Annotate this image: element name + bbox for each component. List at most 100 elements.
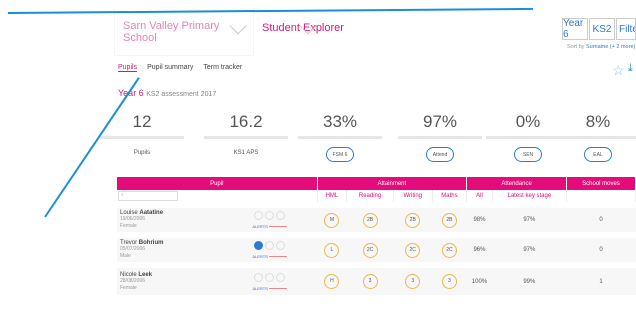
writing-grade: 2C: [405, 242, 421, 258]
year-pill-label: Year 6: [563, 18, 584, 40]
filters-button[interactable]: Filters: [616, 18, 636, 40]
alerts-bar: [269, 256, 287, 258]
page-title: Year 6 KS2 assessment 2017: [118, 88, 216, 98]
alerts-link[interactable]: ALERTS: [252, 224, 287, 229]
stat-divider: [398, 136, 482, 139]
col-moves: [566, 190, 636, 205]
assessment-subtitle: KS2 assessment 2017: [146, 91, 217, 98]
last-name: Leek: [138, 271, 153, 278]
maths-grade: 2B: [441, 212, 457, 228]
stat-divider: [298, 136, 382, 139]
stat-divider: [204, 136, 288, 139]
stat-label: KS1 APS: [233, 150, 259, 156]
stat-divider: [556, 136, 636, 139]
school-moves: 0: [566, 232, 636, 265]
sort-by[interactable]: Sort by Surname (+ 2 more): [567, 44, 635, 50]
reading-grade: 2B: [362, 212, 378, 228]
stat-value: 16.2: [229, 112, 263, 131]
table-row[interactable]: Louise Aatatine 19/06/2006 Female ALERTS…: [117, 202, 636, 235]
hml-grade: H: [324, 274, 340, 289]
download-icon[interactable]: ⤓: [628, 62, 633, 75]
sort-prefix: Sort by: [567, 44, 585, 50]
attendance-all: 96%: [466, 232, 493, 265]
gender: Male: [120, 253, 131, 259]
flag-dots: [253, 241, 286, 252]
ks-pill-label: KS2: [592, 23, 612, 35]
stat-label: Pupils: [133, 150, 151, 156]
star-icon[interactable]: ☆: [612, 62, 625, 79]
table-row[interactable]: Nicole Leek 28/08/2006 Female ALERTS H 3…: [117, 262, 636, 295]
header-pupil[interactable]: Pupil: [117, 177, 318, 190]
dob: 05/07/2006: [120, 246, 146, 252]
tab-term-tracker[interactable]: Term tracker: [203, 64, 242, 72]
reading-grade: 3: [362, 274, 378, 289]
alerts-bar: [269, 226, 287, 228]
attendance-latest: 99%: [492, 262, 567, 295]
reading-grade: 2C: [362, 242, 378, 258]
alerts-label: ALERTS: [252, 254, 268, 259]
attendance-all: 100%: [466, 262, 493, 295]
stat-badge[interactable]: FSM 6: [326, 147, 354, 162]
alerts-label: ALERTS: [252, 285, 268, 291]
attendance-latest: 97%: [492, 202, 567, 235]
table-header: Pupil Attainment Attendance School moves: [117, 177, 636, 190]
flag-dot: [265, 241, 275, 250]
writing-grade: 3: [405, 274, 421, 289]
search-input[interactable]: ⌕: [118, 191, 178, 201]
first-name: Nicole: [120, 271, 137, 278]
stat-value: 8%: [585, 112, 611, 131]
hml-grade: M: [324, 212, 340, 228]
flag-dot: [254, 272, 264, 282]
attendance-latest: 97%: [492, 232, 567, 265]
header-attendance[interactable]: Attendance: [466, 177, 567, 190]
filters-label: Filters: [619, 23, 635, 35]
col-reading[interactable]: Reading: [346, 190, 394, 205]
col-maths[interactable]: Maths: [432, 190, 468, 205]
stat-eal: 8% EAL: [548, 112, 636, 162]
maths-grade: 2C: [441, 242, 457, 258]
tab-pupils[interactable]: Pupils: [118, 64, 138, 72]
maths-grade: 3: [441, 274, 457, 289]
flag-dots: [253, 272, 286, 284]
pupil-cell[interactable]: Nicole Leek 28/08/2006 Female ALERTS: [117, 262, 317, 295]
gender: Female: [120, 284, 137, 291]
flag-dot: [265, 211, 275, 220]
tab-bar: Pupils Pupil summary Term tracker: [118, 64, 242, 72]
col-latest[interactable]: Latest key stage: [492, 190, 568, 205]
pupil-table: Pupil Attainment Attendance School moves…: [117, 177, 636, 295]
school-selector[interactable]: Sarn Valley Primary School: [114, 8, 254, 56]
stat-value: 97%: [422, 112, 458, 131]
col-all[interactable]: All: [466, 190, 493, 205]
col-writing[interactable]: Writing: [393, 190, 433, 205]
stat-badge[interactable]: EAL: [584, 147, 612, 162]
explorer-selector[interactable]: Student Explorer: [256, 8, 346, 56]
header-attainment[interactable]: Attainment: [317, 177, 468, 190]
ks-filter-pill[interactable]: KS2: [589, 18, 615, 40]
hml-grade: L: [324, 242, 340, 258]
school-moves: 1: [566, 262, 636, 295]
flag-dot: [254, 241, 264, 250]
pupil-cell[interactable]: Trevor Bohrium 05/07/2006 Male ALERTS: [117, 232, 317, 265]
stat-divider: [100, 136, 184, 139]
header-school-moves[interactable]: School moves: [566, 177, 636, 190]
sort-value: Surname (+ 2 more): [585, 44, 636, 50]
tab-pupil-summary[interactable]: Pupil summary: [147, 64, 193, 72]
dob: 28/08/2006: [120, 277, 146, 284]
stat-pupils: 12 Pupils: [92, 112, 192, 156]
writing-grade: 2B: [405, 212, 421, 228]
table-row[interactable]: Trevor Bohrium 05/07/2006 Male ALERTS L …: [117, 232, 636, 265]
flag-dots: [253, 211, 286, 222]
stat-badge[interactable]: SEN: [514, 147, 542, 162]
flag-dot: [276, 272, 286, 282]
alerts-link[interactable]: ALERTS: [252, 286, 287, 291]
pupil-cell[interactable]: Louise Aatatine 19/06/2006 Female ALERTS: [117, 202, 317, 235]
alerts-link[interactable]: ALERTS: [252, 254, 287, 259]
alerts-bar: [269, 287, 287, 289]
dob: 19/06/2006: [120, 216, 146, 222]
col-hml[interactable]: HML: [317, 190, 348, 205]
year-filter-pill[interactable]: Year 6: [562, 18, 588, 40]
stat-value: 33%: [322, 112, 358, 131]
stat-fsm6: 33% FSM 6: [290, 112, 390, 162]
stat-badge[interactable]: Attend: [426, 147, 454, 162]
alerts-label: ALERTS: [252, 224, 268, 229]
